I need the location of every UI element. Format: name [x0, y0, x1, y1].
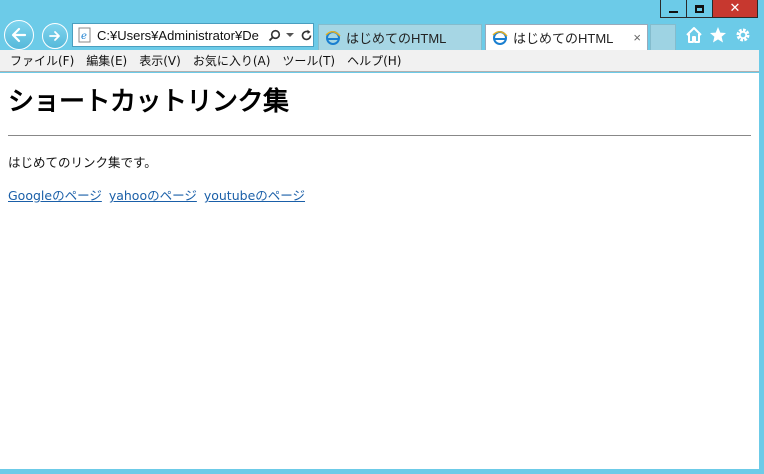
minimize-icon: [669, 10, 678, 13]
search-button[interactable]: [267, 27, 281, 43]
forward-arrow-icon: [49, 31, 60, 41]
yahoo-link[interactable]: yahooのページ: [109, 188, 197, 203]
maximize-button[interactable]: [686, 0, 713, 18]
menu-tools[interactable]: ツール(T): [276, 52, 341, 69]
menu-help[interactable]: ヘルプ(H): [341, 52, 407, 69]
favorites-star-icon[interactable]: [709, 26, 727, 44]
search-icon: [268, 29, 280, 41]
settings-gear-icon[interactable]: [734, 26, 752, 44]
tab-label: はじめてのHTML: [513, 31, 614, 46]
back-button[interactable]: [4, 20, 34, 50]
ie-tab-icon: [325, 30, 341, 45]
address-bar[interactable]: e C:¥Users¥Administrator¥De: [72, 23, 314, 47]
intro-text: はじめてのリンク集です。: [8, 155, 157, 170]
maximize-icon: [695, 4, 704, 13]
google-link[interactable]: Googleのページ: [8, 188, 102, 203]
tab-close-icon[interactable]: ×: [633, 30, 641, 45]
page-heading: ショートカットリンク集: [8, 87, 289, 117]
menu-edit[interactable]: 編集(E): [80, 52, 133, 69]
new-tab-button[interactable]: [650, 24, 676, 50]
menu-bar: ファイル(F) 編集(E) 表示(V) お気に入り(A) ツール(T) ヘルプ(…: [0, 50, 759, 72]
dropdown-icon: [286, 33, 294, 37]
address-url[interactable]: C:¥Users¥Administrator¥De: [97, 28, 265, 43]
refresh-button[interactable]: [299, 27, 313, 43]
home-icon[interactable]: [685, 26, 703, 44]
menu-favorites[interactable]: お気に入り(A): [187, 52, 277, 69]
page-content: ショートカットリンク集 はじめてのリンク集です。 Googleのページ yaho…: [0, 73, 759, 469]
menu-view[interactable]: 表示(V): [133, 52, 187, 69]
ie-tab-icon: [492, 30, 508, 45]
address-dropdown-button[interactable]: [283, 27, 297, 43]
back-arrow-icon: [11, 27, 27, 43]
window-caption-buttons: ✕: [660, 0, 758, 18]
refresh-icon: [301, 29, 311, 40]
svg-text:e: e: [81, 31, 87, 42]
forward-button[interactable]: [42, 23, 68, 49]
minimize-button[interactable]: [660, 0, 687, 18]
youtube-link[interactable]: youtubeのページ: [204, 188, 305, 203]
close-icon: ✕: [729, 1, 741, 16]
navigation-bar: e C:¥Users¥Administrator¥De はじめてのHTML はじ…: [0, 20, 764, 50]
tab-label: はじめてのHTML: [346, 31, 447, 46]
close-window-button[interactable]: ✕: [712, 0, 758, 18]
tab-active[interactable]: はじめてのHTML ×: [485, 24, 648, 50]
link-list: Googleのページ yahooのページ youtubeのページ: [8, 185, 751, 204]
ie-page-icon: e: [78, 27, 91, 43]
horizontal-rule: [8, 135, 751, 136]
tab-inactive[interactable]: はじめてのHTML: [318, 24, 482, 50]
menu-file[interactable]: ファイル(F): [4, 52, 80, 69]
